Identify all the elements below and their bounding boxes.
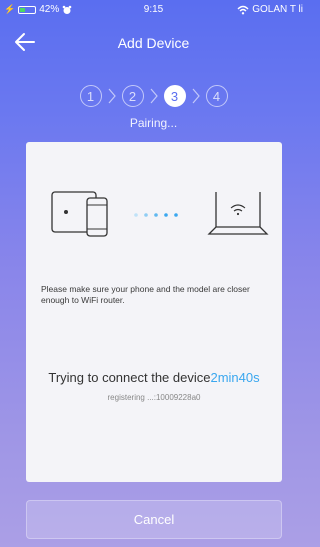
page-title: Add Device (117, 35, 190, 51)
step-4: 4 (205, 85, 228, 107)
pairing-card: Please make sure your phone and the mode… (26, 142, 282, 482)
step-2: 2 (121, 85, 144, 107)
step-label: Pairing... (129, 116, 178, 130)
step-3: 3 (163, 85, 186, 107)
chevron-right-icon (186, 84, 206, 108)
nav-bar: Add Device (0, 26, 307, 58)
wifi-icon (237, 5, 249, 14)
router-icon (207, 192, 269, 235)
hint-text: Please make sure your phone and the mode… (41, 284, 250, 305)
step-indicator: 1 2 3 4 (0, 82, 307, 110)
registering-text: registering ...:10009228a0 (107, 393, 201, 402)
status-right: GOLAN T li (237, 4, 303, 15)
pairing-illustration (51, 191, 269, 237)
connect-status: Trying to connect the device2min40s (26, 370, 282, 385)
connect-status-text: Trying to connect the device (48, 370, 211, 385)
cancel-button[interactable]: Cancel (26, 500, 282, 539)
chevron-right-icon (102, 84, 122, 108)
countdown-timer: 2min40s (210, 370, 260, 385)
carrier-name: GOLAN T li (252, 4, 303, 15)
progress-dots-icon (134, 213, 178, 217)
step-1: 1 (79, 85, 102, 107)
status-bar: ⚡ 42% 9:15 GOLAN T li (0, 0, 307, 20)
device-icon (51, 191, 108, 237)
chevron-right-icon (144, 84, 164, 108)
